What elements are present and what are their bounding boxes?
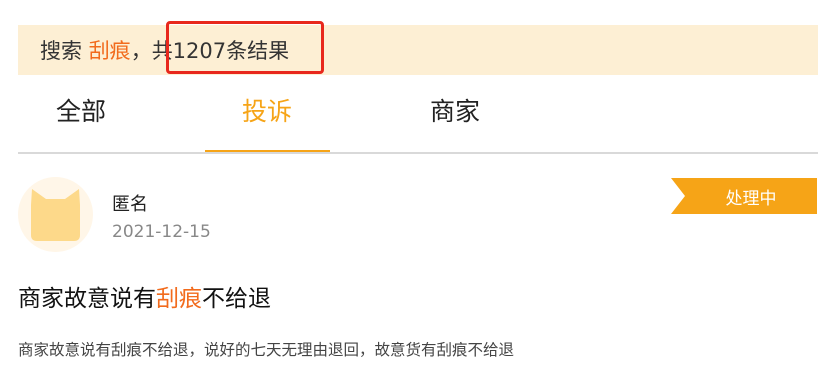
post-date: 2021-12-15: [112, 222, 211, 242]
search-prefix: 搜索: [40, 39, 82, 63]
tabs-divider: [18, 152, 818, 154]
tab-all[interactable]: 全部: [56, 94, 106, 130]
highlight-box: [166, 21, 324, 74]
user-name[interactable]: 匿名: [112, 193, 148, 217]
tab-merchants[interactable]: 商家: [430, 94, 480, 130]
search-keyword: 刮痕: [88, 39, 131, 63]
post-title[interactable]: 商家故意说有刮痕不给退: [18, 283, 271, 315]
cat-avatar-icon: [31, 189, 80, 241]
search-result-banner: 搜索 刮痕，共1207条结果: [18, 21, 818, 75]
post-title-before: 商家故意说有: [18, 286, 156, 312]
status-badge: 处理中: [671, 178, 817, 214]
post-title-after: 不给退: [202, 286, 271, 312]
search-separator: ，: [130, 39, 152, 63]
tab-complaints[interactable]: 投诉: [242, 94, 292, 130]
status-label: 处理中: [725, 188, 777, 209]
avatar[interactable]: [18, 177, 93, 252]
post-title-keyword: 刮痕: [156, 286, 202, 312]
result-tabs: 全部 投诉 商家: [18, 84, 818, 154]
post-excerpt[interactable]: 商家故意说有刮痕不给退，说好的七天无理由退回，故意货有刮痕不给退: [18, 339, 514, 361]
